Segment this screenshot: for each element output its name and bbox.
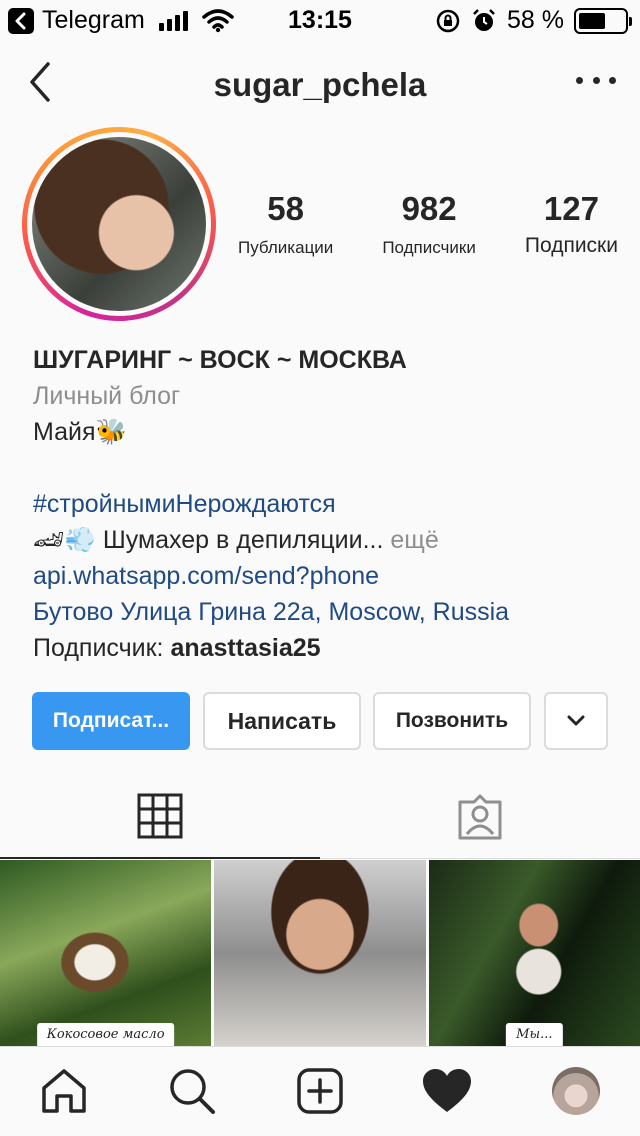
heart-icon [423, 1069, 471, 1112]
bio-line-description: 🏎💨 Шумахер в депиляции... ещё [33, 522, 623, 558]
profile-bio: ШУГАРИНГ ~ ВОСК ~ МОСКВА Личный блог Май… [33, 342, 623, 666]
profile-actions: Подписат... Написать Позвонить [32, 692, 608, 750]
tab-grid[interactable] [0, 775, 320, 859]
status-bar: Telegram 13:15 58 % [0, 0, 640, 40]
stat-followers-label: Подписчики [382, 238, 476, 257]
bio-spacer [33, 450, 623, 486]
stat-followers[interactable]: 982 Подписчики [382, 190, 476, 258]
followed-by-user[interactable]: anasttasia25 [170, 634, 320, 662]
followed-by-prefix: Подписчик: [33, 634, 171, 662]
stat-posts[interactable]: 58 Публикации [238, 190, 333, 258]
add-icon [297, 1068, 343, 1114]
status-right: 58 % [435, 6, 632, 35]
page-title-username: sugar_pchela [213, 66, 427, 103]
profile-name: ШУГАРИНГ ~ ВОСК ~ МОСКВА [33, 346, 407, 374]
home-icon [42, 1069, 86, 1113]
rotation-lock-icon [436, 9, 460, 32]
bio-description-text: Шумахер в депиляции... [95, 526, 384, 554]
profile-stats: 58 Публикации 982 Подписчики 127 Подписк… [238, 190, 618, 258]
tagged-person-icon [458, 794, 502, 839]
profile-avatar[interactable] [32, 137, 206, 311]
more-dot-icon [609, 76, 616, 84]
story-ring[interactable] [22, 127, 216, 321]
battery-level-fill [579, 12, 605, 29]
call-button[interactable]: Позвонить [373, 692, 531, 750]
nav-profile[interactable] [550, 1065, 602, 1117]
followed-by[interactable]: Подписчик: anasttasia25 [33, 630, 623, 666]
bio-address-link[interactable]: Бутово Улица Грина 22а, Moscow, Russia [33, 594, 623, 630]
more-dot-icon [592, 76, 600, 84]
post-thumbnail[interactable]: Мы... [428, 860, 640, 1046]
bio-more-link[interactable]: ещё [383, 526, 438, 554]
bio-line-name: Майя🐝 [33, 418, 127, 446]
post-caption: Мы... [506, 1023, 563, 1046]
more-options-button[interactable] [576, 70, 616, 90]
more-dot-icon [576, 76, 583, 84]
bio-hashtag-link[interactable]: #стройнымиНерождаются [33, 486, 623, 522]
search-icon [170, 1069, 215, 1114]
stat-following[interactable]: 127 Подписки [525, 190, 618, 258]
nav-activity[interactable] [421, 1065, 473, 1117]
nav-new-post[interactable] [294, 1065, 346, 1117]
post-caption: Кокосовое масло [36, 1023, 175, 1046]
nav-home[interactable] [38, 1065, 90, 1117]
stat-following-value: 127 [543, 190, 599, 227]
posts-grid: Кокосовое масло Мы... [0, 860, 640, 1046]
bottom-nav [0, 1046, 640, 1136]
bio-website-link[interactable]: api.whatsapp.com/send?phone [33, 558, 623, 594]
profile-category: Личный блог [33, 382, 181, 410]
chevron-down-icon [567, 715, 585, 726]
profile-avatar-thumb [552, 1067, 600, 1115]
stat-following-label: Подписки [524, 234, 618, 257]
profile-header: sugar_pchela [0, 40, 640, 128]
battery-icon [574, 7, 632, 34]
alarm-icon [473, 8, 495, 31]
race-car-dash-emoji: 🏎💨 [33, 526, 96, 554]
stat-posts-label: Публикации [238, 238, 334, 257]
battery-percent: 58 % [507, 6, 564, 34]
grid-icon [137, 793, 183, 839]
nav-search[interactable] [166, 1065, 218, 1117]
post-thumbnail[interactable] [214, 860, 426, 1046]
stat-posts-value: 58 [267, 190, 304, 227]
post-thumbnail[interactable]: Кокосовое масло [0, 860, 212, 1046]
stat-followers-value: 982 [401, 190, 457, 227]
message-button[interactable]: Написать [203, 692, 361, 750]
tab-tagged[interactable] [320, 775, 640, 859]
profile-tabs [0, 775, 640, 859]
follow-button[interactable]: Подписат... [32, 692, 190, 750]
suggested-dropdown-button[interactable] [544, 692, 608, 750]
